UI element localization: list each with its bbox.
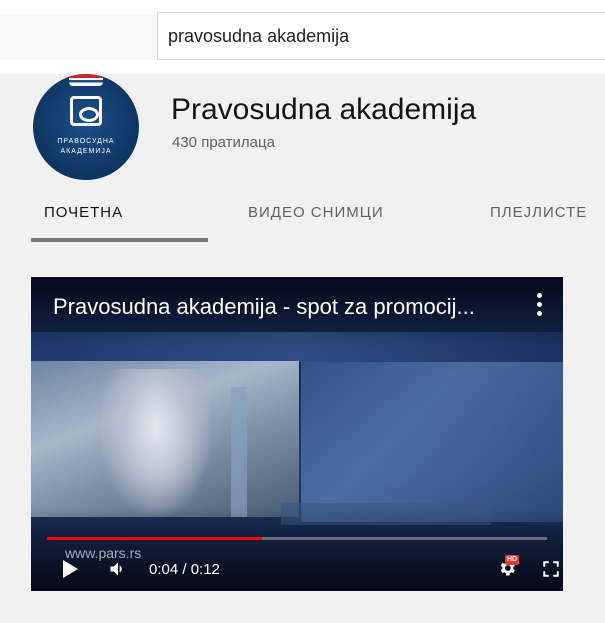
avatar-text-line1: ПРАВОСУДНА [57,138,115,145]
tab-videos[interactable]: ВИДЕО СНИМЦИ [248,204,384,221]
fullscreen-icon[interactable] [542,560,560,578]
active-tab-indicator [31,238,208,242]
avatar-flag [69,74,103,86]
progress-bar[interactable] [47,537,547,540]
progress-played [47,537,262,540]
volume-icon[interactable] [107,559,129,579]
subscriber-count: 430 пратилаца [172,134,275,151]
channel-name: Pravosudna akademija [171,93,477,126]
channel-avatar[interactable]: ПРАВОСУДНА АКАДЕМИЈА [33,74,139,180]
video-title[interactable]: Pravosudna akademija - spot za promocij.… [53,294,475,320]
video-player[interactable]: Pravosudna akademija - spot za promocij.… [31,277,563,591]
logo-area [0,14,155,60]
video-frame-panel [301,362,563,522]
tab-home[interactable]: ПОЧЕТНА [44,204,123,221]
more-vert-icon[interactable] [534,293,544,321]
academy-logo-icon [70,96,102,126]
video-frame-statue [101,369,211,515]
video-watermark: www.pars.rs [65,545,142,561]
video-frame-pillar [231,387,247,517]
search-input[interactable]: pravosudna akademija [157,12,605,60]
tab-playlists[interactable]: ПЛЕЈЛИСТЕ [490,204,587,221]
avatar-text-line2: АКАДЕМИЈА [60,148,112,155]
time-display: 0:04 / 0:12 [149,561,220,578]
hd-badge: HD [505,555,520,565]
play-icon[interactable] [63,560,78,578]
